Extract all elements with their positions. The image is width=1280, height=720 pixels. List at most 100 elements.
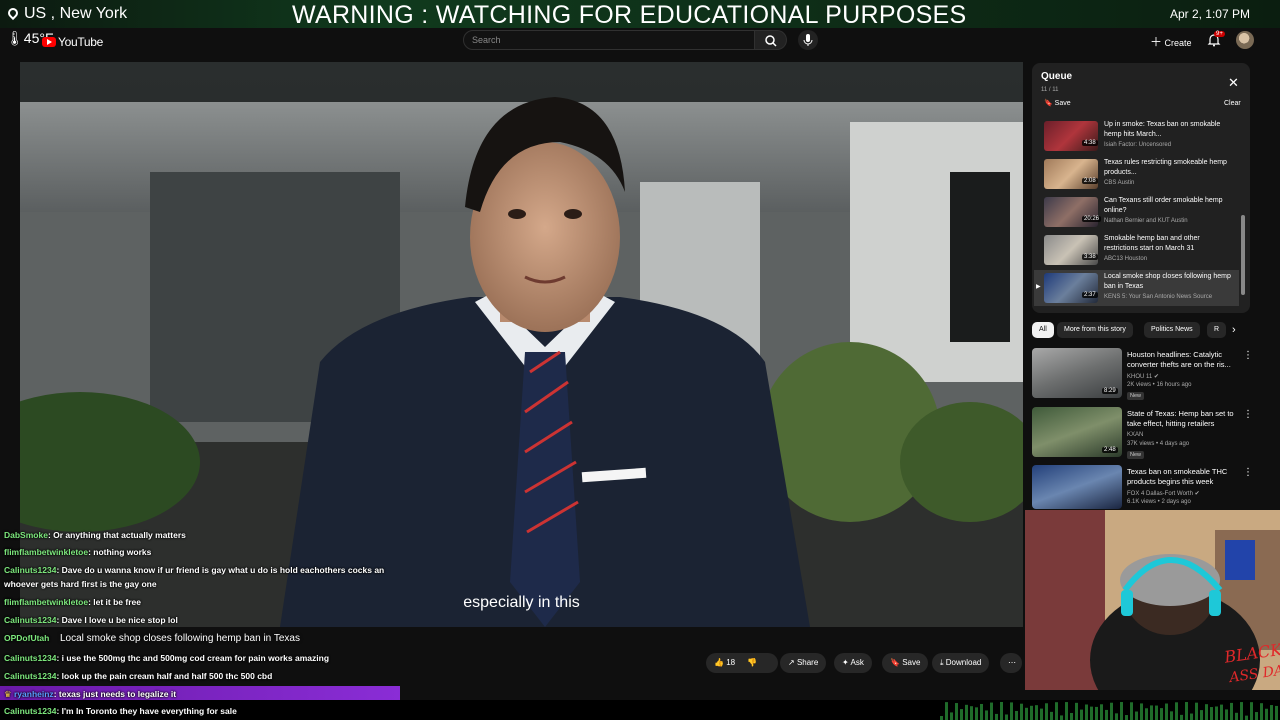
search-button[interactable] <box>755 30 787 50</box>
audio-bar <box>1040 708 1043 720</box>
audio-bar <box>1200 710 1203 720</box>
audio-bar <box>1155 705 1158 720</box>
chip-r[interactable]: R <box>1207 322 1227 338</box>
audio-bar <box>1075 702 1078 720</box>
more-options-icon: ⋯ <box>1008 658 1016 667</box>
audio-bar <box>1170 711 1173 720</box>
video-thumbnail <box>1044 197 1098 227</box>
audio-bar <box>1085 704 1088 720</box>
queue-item[interactable]: 3:38 Smokable hemp ban and other restric… <box>1034 232 1239 268</box>
recommendation-item[interactable]: 8:29 Houston headlines: Catalytic conver… <box>1032 348 1253 402</box>
download-button[interactable]: ⤓ Download <box>932 653 990 673</box>
audio-bar <box>1055 702 1058 720</box>
audio-bar <box>1030 705 1033 720</box>
chat-message: ♛ ryanheinz: texas just needs to legaliz… <box>4 689 177 699</box>
more-options-icon[interactable]: ⋮ <box>1243 467 1253 478</box>
search-input[interactable]: Search <box>463 30 755 50</box>
create-button[interactable]: ＋ Create <box>1150 33 1192 50</box>
share-button[interactable]: ↗ Share <box>780 653 827 673</box>
queue-close-button[interactable]: ✕ <box>1228 75 1239 91</box>
video-frame <box>20 62 1023 627</box>
duration-badge: 4:38 <box>1082 140 1098 146</box>
queue-item-current[interactable]: ▶ 2:37 Local smoke shop closes following… <box>1034 270 1239 306</box>
chevron-right-icon[interactable]: › <box>1232 324 1236 336</box>
queue-item-title: Texas rules restricting smokeable hemp p… <box>1104 159 1227 176</box>
audio-bar <box>1150 705 1153 720</box>
video-caption: especially in this <box>463 594 580 611</box>
audio-bar <box>995 713 998 720</box>
audio-bar <box>1135 711 1138 720</box>
audio-bar <box>1265 708 1268 720</box>
like-dislike-button[interactable]: 👍 18 👎 <box>706 653 778 673</box>
queue-item-title: Can Texans still order smokable hemp onl… <box>1104 197 1223 214</box>
more-options-icon[interactable]: ⋮ <box>1243 409 1253 420</box>
audio-bar <box>1180 714 1183 720</box>
chat-message: Calinuts1234: Dave I love u be nice stop… <box>4 615 178 625</box>
audio-bar <box>955 703 958 720</box>
warning-banner: WARNING : WATCHING FOR EDUCATIONAL PURPO… <box>292 1 967 29</box>
audio-bar <box>1050 711 1053 720</box>
audio-bar <box>1000 702 1003 720</box>
duration-badge: 20:26 <box>1082 216 1102 222</box>
chat-message: Calinuts1234: Dave do u wanna know if ur… <box>4 565 385 575</box>
recommendation-meta: 37K views • 4 days ago <box>1127 441 1190 447</box>
bookmark-icon: 🔖 <box>890 658 900 667</box>
queue-clear-button[interactable]: Clear <box>1224 100 1241 107</box>
audio-bar <box>1240 702 1243 720</box>
queue-save-button[interactable]: 🔖 Save <box>1044 99 1071 107</box>
chip-politics-news[interactable]: Politics News <box>1144 322 1200 338</box>
audio-bar <box>1015 710 1018 720</box>
account-avatar[interactable] <box>1236 31 1254 49</box>
chat-message: flimflambetwinkletoe: nothing works <box>4 547 152 557</box>
audio-bar <box>1260 703 1263 720</box>
audio-bar <box>985 710 988 720</box>
audio-bar <box>1035 705 1038 720</box>
microphone-icon <box>803 34 813 46</box>
audio-bar <box>1025 707 1028 720</box>
chat-message: whoever gets hard first is the gay one <box>4 579 157 589</box>
audio-bar <box>1095 706 1098 720</box>
video-thumbnail <box>1032 465 1122 509</box>
chat-message: OPDofUtah <box>4 633 50 643</box>
audio-bar <box>1105 709 1108 720</box>
webcam-overlay: BLACK ASS DAVE <box>1025 510 1280 690</box>
queue-scrollbar-thumb[interactable] <box>1241 215 1245 295</box>
chat-message: Calinuts1234: look up the pain cream hal… <box>4 671 273 681</box>
queue-item-title: Local smoke shop closes following hemp b… <box>1104 273 1231 290</box>
chip-all[interactable]: All <box>1032 322 1054 338</box>
audio-bar <box>1230 702 1233 720</box>
recommendation-channel: FOX 4 Dallas-Fort Worth ✔ <box>1127 491 1200 497</box>
notification-count-badge: 9+ <box>1214 31 1225 37</box>
queue-item-channel: Isiah Factor: Uncensored <box>1104 142 1172 148</box>
duration-badge: 2:37 <box>1082 292 1098 298</box>
verified-icon: ✔ <box>1194 491 1200 497</box>
youtube-logo[interactable]: YouTube <box>42 35 103 49</box>
audio-bar <box>1220 704 1223 720</box>
ask-button[interactable]: ✦ Ask <box>834 653 872 673</box>
queue-item-channel: CBS Austin <box>1104 180 1135 186</box>
audio-bar <box>1215 706 1218 720</box>
audio-bar <box>940 716 943 720</box>
queue-item[interactable]: 2:08 Texas rules restricting smokeable h… <box>1034 156 1239 192</box>
audio-bar <box>1115 713 1118 720</box>
audio-bar <box>1255 712 1258 720</box>
webcam-feed: BLACK ASS DAVE <box>1025 510 1280 690</box>
chip-more-from-story[interactable]: More from this story <box>1057 322 1133 338</box>
more-actions-button[interactable]: ⋯ <box>1000 653 1022 673</box>
audio-bar <box>1090 706 1093 720</box>
video-thumbnail <box>1044 235 1098 265</box>
queue-item-title: Smokable hemp ban and other restrictions… <box>1104 235 1200 252</box>
video-player[interactable] <box>20 62 1023 627</box>
audio-bar <box>1130 702 1133 720</box>
more-options-icon[interactable]: ⋮ <box>1243 350 1253 361</box>
chat-message: flimflambetwinkletoe: let it be free <box>4 597 141 607</box>
queue-item[interactable]: 20:26 Can Texans still order smokable he… <box>1034 194 1239 230</box>
audio-bar <box>1225 709 1228 720</box>
save-button[interactable]: 🔖 Save <box>882 653 929 673</box>
voice-search-button[interactable] <box>798 30 818 50</box>
audio-bar <box>1160 708 1163 720</box>
sparkle-icon: ✦ <box>842 658 849 667</box>
queue-item[interactable]: 4:38 Up in smoke: Texas ban on smokable … <box>1034 118 1239 154</box>
audio-bar <box>965 704 968 720</box>
recommendation-item[interactable]: 2:48 State of Texas: Hemp ban set to tak… <box>1032 407 1253 461</box>
